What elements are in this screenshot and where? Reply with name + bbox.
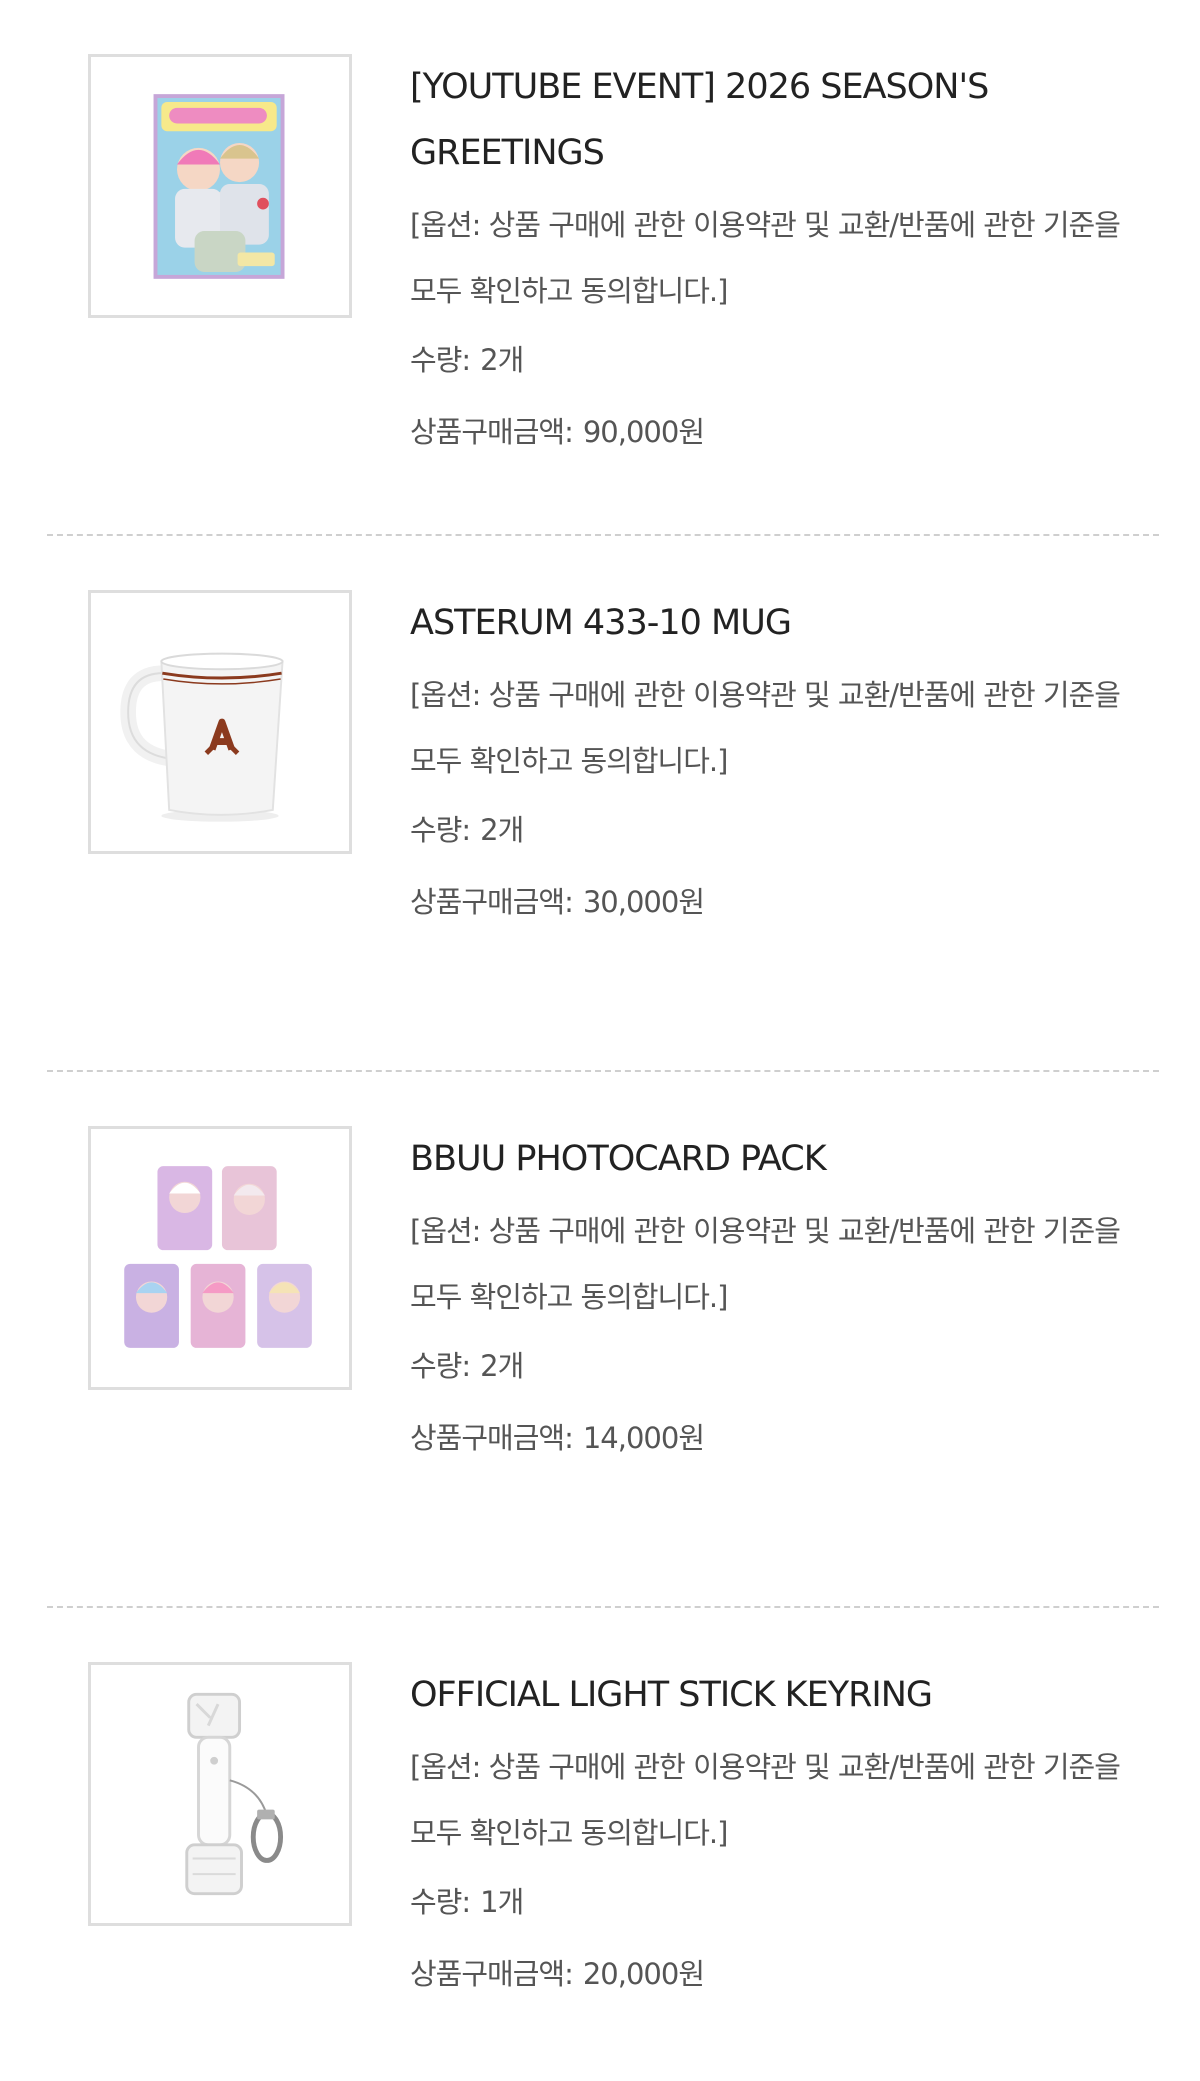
quantity-label: 수량: <box>410 343 471 377</box>
product-option: [옵션: 상품 구매에 관한 이용약관 및 교환/반품에 관한 기준을 모두 확… <box>410 1214 1121 1314</box>
product-info: ASTERUM 433-10 MUG [옵션: 상품 구매에 관한 이용약관 및… <box>410 590 1130 938</box>
quantity-row: 수량: 2개 <box>410 794 1130 866</box>
quantity-label: 수량: <box>410 813 471 847</box>
quantity-value: 2개 <box>480 343 524 377</box>
quantity-label: 수량: <box>410 1885 471 1919</box>
quantity-label: 수량: <box>410 1349 471 1383</box>
price-label: 상품구매금액: <box>410 1957 574 1991</box>
price-value: 20,000원 <box>582 1957 705 1991</box>
product-option: [옵션: 상품 구매에 관한 이용약관 및 교환/반품에 관한 기준을 모두 확… <box>410 208 1121 308</box>
product-thumbnail[interactable] <box>88 1662 352 1926</box>
product-thumbnail[interactable] <box>88 54 352 318</box>
order-item: ASTERUM 433-10 MUG [옵션: 상품 구매에 관한 이용약관 및… <box>0 536 1200 1072</box>
price-value: 30,000원 <box>582 885 705 919</box>
product-option: [옵션: 상품 구매에 관한 이용약관 및 교환/반품에 관한 기준을 모두 확… <box>410 678 1121 778</box>
quantity-value: 2개 <box>480 813 524 847</box>
product-info: BBUU PHOTOCARD PACK [옵션: 상품 구매에 관한 이용약관 … <box>410 1126 1130 1474</box>
product-thumbnail[interactable] <box>88 590 352 854</box>
price-label: 상품구매금액: <box>410 885 574 919</box>
product-name[interactable]: BBUU PHOTOCARD PACK <box>410 1126 1130 1192</box>
price-label: 상품구매금액: <box>410 1421 574 1455</box>
product-thumbnail[interactable] <box>88 1126 352 1390</box>
price-row: 상품구매금액: 14,000원 <box>410 1402 1130 1474</box>
order-item: OFFICIAL LIGHT STICK KEYRING [옵션: 상품 구매에… <box>0 1608 1200 2081</box>
product-name[interactable]: [YOUTUBE EVENT] 2026 SEASON'S GREETINGS <box>410 54 1130 186</box>
price-value: 90,000원 <box>582 415 705 449</box>
product-name[interactable]: OFFICIAL LIGHT STICK KEYRING <box>410 1662 1130 1728</box>
price-row: 상품구매금액: 30,000원 <box>410 866 1130 938</box>
quantity-row: 수량: 2개 <box>410 1330 1130 1402</box>
product-info: OFFICIAL LIGHT STICK KEYRING [옵션: 상품 구매에… <box>410 1662 1130 2010</box>
photocard-set-icon <box>124 1166 312 1348</box>
product-option: [옵션: 상품 구매에 관한 이용약관 및 교환/반품에 관한 기준을 모두 확… <box>410 1750 1121 1850</box>
quantity-row: 수량: 2개 <box>410 324 1130 396</box>
order-item: [YOUTUBE EVENT] 2026 SEASON'S GREETINGS … <box>0 0 1200 536</box>
quantity-value: 1개 <box>480 1885 524 1919</box>
order-item-list: [YOUTUBE EVENT] 2026 SEASON'S GREETINGS … <box>0 0 1200 2081</box>
quantity-value: 2개 <box>480 1349 524 1383</box>
price-value: 14,000원 <box>582 1421 705 1455</box>
price-label: 상품구매금액: <box>410 415 574 449</box>
white-mug-icon <box>120 652 284 822</box>
product-name[interactable]: ASTERUM 433-10 MUG <box>410 590 1130 656</box>
quantity-row: 수량: 1개 <box>410 1866 1130 1938</box>
price-row: 상품구매금액: 90,000원 <box>410 396 1130 468</box>
price-row: 상품구매금액: 20,000원 <box>410 1938 1130 2010</box>
product-info: [YOUTUBE EVENT] 2026 SEASON'S GREETINGS … <box>410 54 1130 468</box>
light-stick-keyring-icon <box>185 1692 284 1896</box>
order-item: BBUU PHOTOCARD PACK [옵션: 상품 구매에 관한 이용약관 … <box>0 1072 1200 1608</box>
season-greetings-calendar-icon <box>153 94 285 279</box>
